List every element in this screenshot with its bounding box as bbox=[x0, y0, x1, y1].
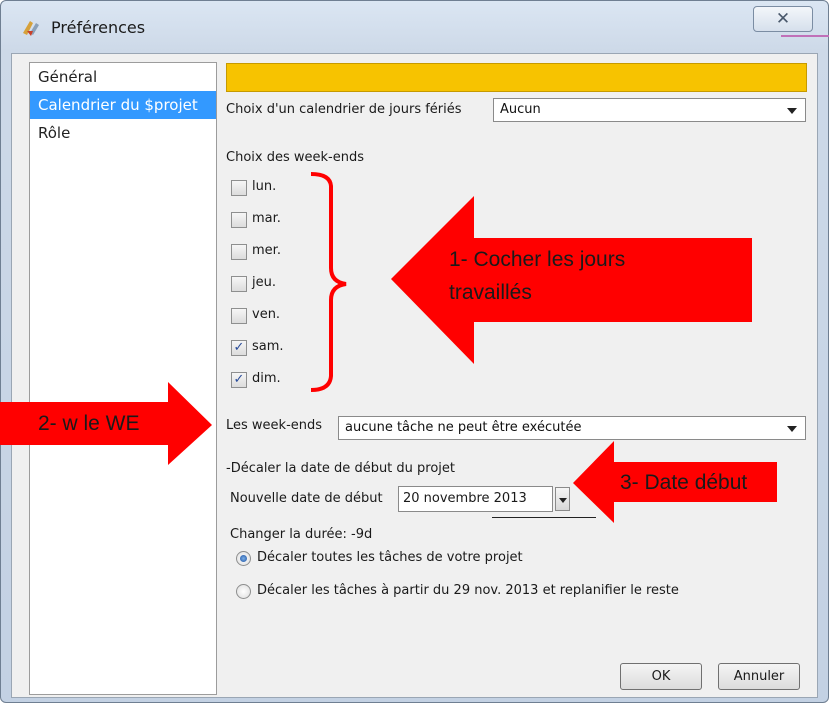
weekend-choice-title: Choix des week-ends bbox=[226, 150, 364, 165]
duration-change-text: Changer la durée: -9d bbox=[230, 527, 373, 542]
calendar-settings-panel: Choix d'un calendrier de jours fériés Au… bbox=[12, 54, 817, 697]
weekday-label: ven. bbox=[252, 307, 281, 322]
checkbox-box[interactable] bbox=[231, 244, 247, 260]
radio-label: Décaler toutes les tâches de votre proje… bbox=[257, 550, 523, 565]
radio-dot[interactable] bbox=[236, 551, 251, 566]
preferences-window: Préférences ✕ Général Calendrier du $pro… bbox=[0, 0, 829, 703]
background-window-edge bbox=[781, 35, 829, 45]
holiday-calendar-select[interactable]: Aucun bbox=[493, 98, 806, 122]
checkmark-icon[interactable]: ✓ bbox=[231, 340, 247, 356]
title-bar[interactable]: Préférences ✕ bbox=[1, 1, 829, 53]
holiday-calendar-label: Choix d'un calendrier de jours fériés bbox=[226, 102, 462, 117]
chevron-down-icon bbox=[787, 108, 797, 114]
chevron-down-icon bbox=[559, 498, 567, 503]
window-title: Préférences bbox=[51, 18, 146, 37]
weekday-label: sam. bbox=[252, 339, 284, 354]
new-date-label: Nouvelle date de début bbox=[230, 491, 383, 506]
radio-label: Décaler les tâches à partir du 29 nov. 2… bbox=[257, 583, 679, 598]
date-picker-button[interactable] bbox=[555, 487, 570, 511]
weekday-label: mer. bbox=[252, 243, 281, 258]
section-banner bbox=[226, 63, 807, 92]
cancel-button[interactable]: Annuler bbox=[718, 663, 800, 690]
checkbox-box[interactable] bbox=[231, 212, 247, 228]
weekend-mode-label: Les week-ends bbox=[226, 418, 323, 433]
ok-button[interactable]: OK bbox=[620, 663, 702, 690]
checkbox-box[interactable] bbox=[231, 180, 247, 196]
close-button[interactable]: ✕ bbox=[753, 6, 813, 32]
weekend-mode-select[interactable]: aucune tâche ne peut être exécutée bbox=[338, 416, 806, 440]
annotation-text-check-days-line2: travaillés bbox=[449, 281, 532, 304]
annotation-text-check-days-line1: 1- Cocher les jours bbox=[449, 248, 626, 271]
checkbox-box[interactable] bbox=[231, 308, 247, 324]
new-date-field[interactable]: 20 novembre 2013 bbox=[398, 486, 553, 512]
annotation-text-start-date: 3- Date début bbox=[620, 471, 748, 494]
dialog-body: Général Calendrier du $projet Rôle Choix… bbox=[11, 53, 818, 698]
radio-dot[interactable] bbox=[236, 584, 251, 599]
annotation-text-weekend: 2- w le WE bbox=[38, 412, 140, 435]
checkmark-icon[interactable]: ✓ bbox=[231, 372, 247, 388]
weekend-mode-value: aucune tâche ne peut être exécutée bbox=[345, 420, 582, 435]
checkbox-box[interactable] bbox=[231, 276, 247, 292]
shift-group-title: -Décaler la date de début du projet bbox=[226, 461, 456, 476]
group-divider bbox=[492, 517, 596, 518]
close-icon: ✕ bbox=[775, 9, 791, 29]
weekday-label: mar. bbox=[252, 211, 281, 226]
new-date-value: 20 novembre 2013 bbox=[403, 491, 527, 506]
holiday-calendar-value: Aucun bbox=[500, 102, 541, 117]
chevron-down-icon bbox=[787, 426, 797, 432]
app-icon bbox=[23, 21, 39, 36]
weekday-label: lun. bbox=[252, 179, 277, 194]
weekday-label: dim. bbox=[252, 371, 281, 386]
weekday-label: jeu. bbox=[252, 275, 276, 290]
